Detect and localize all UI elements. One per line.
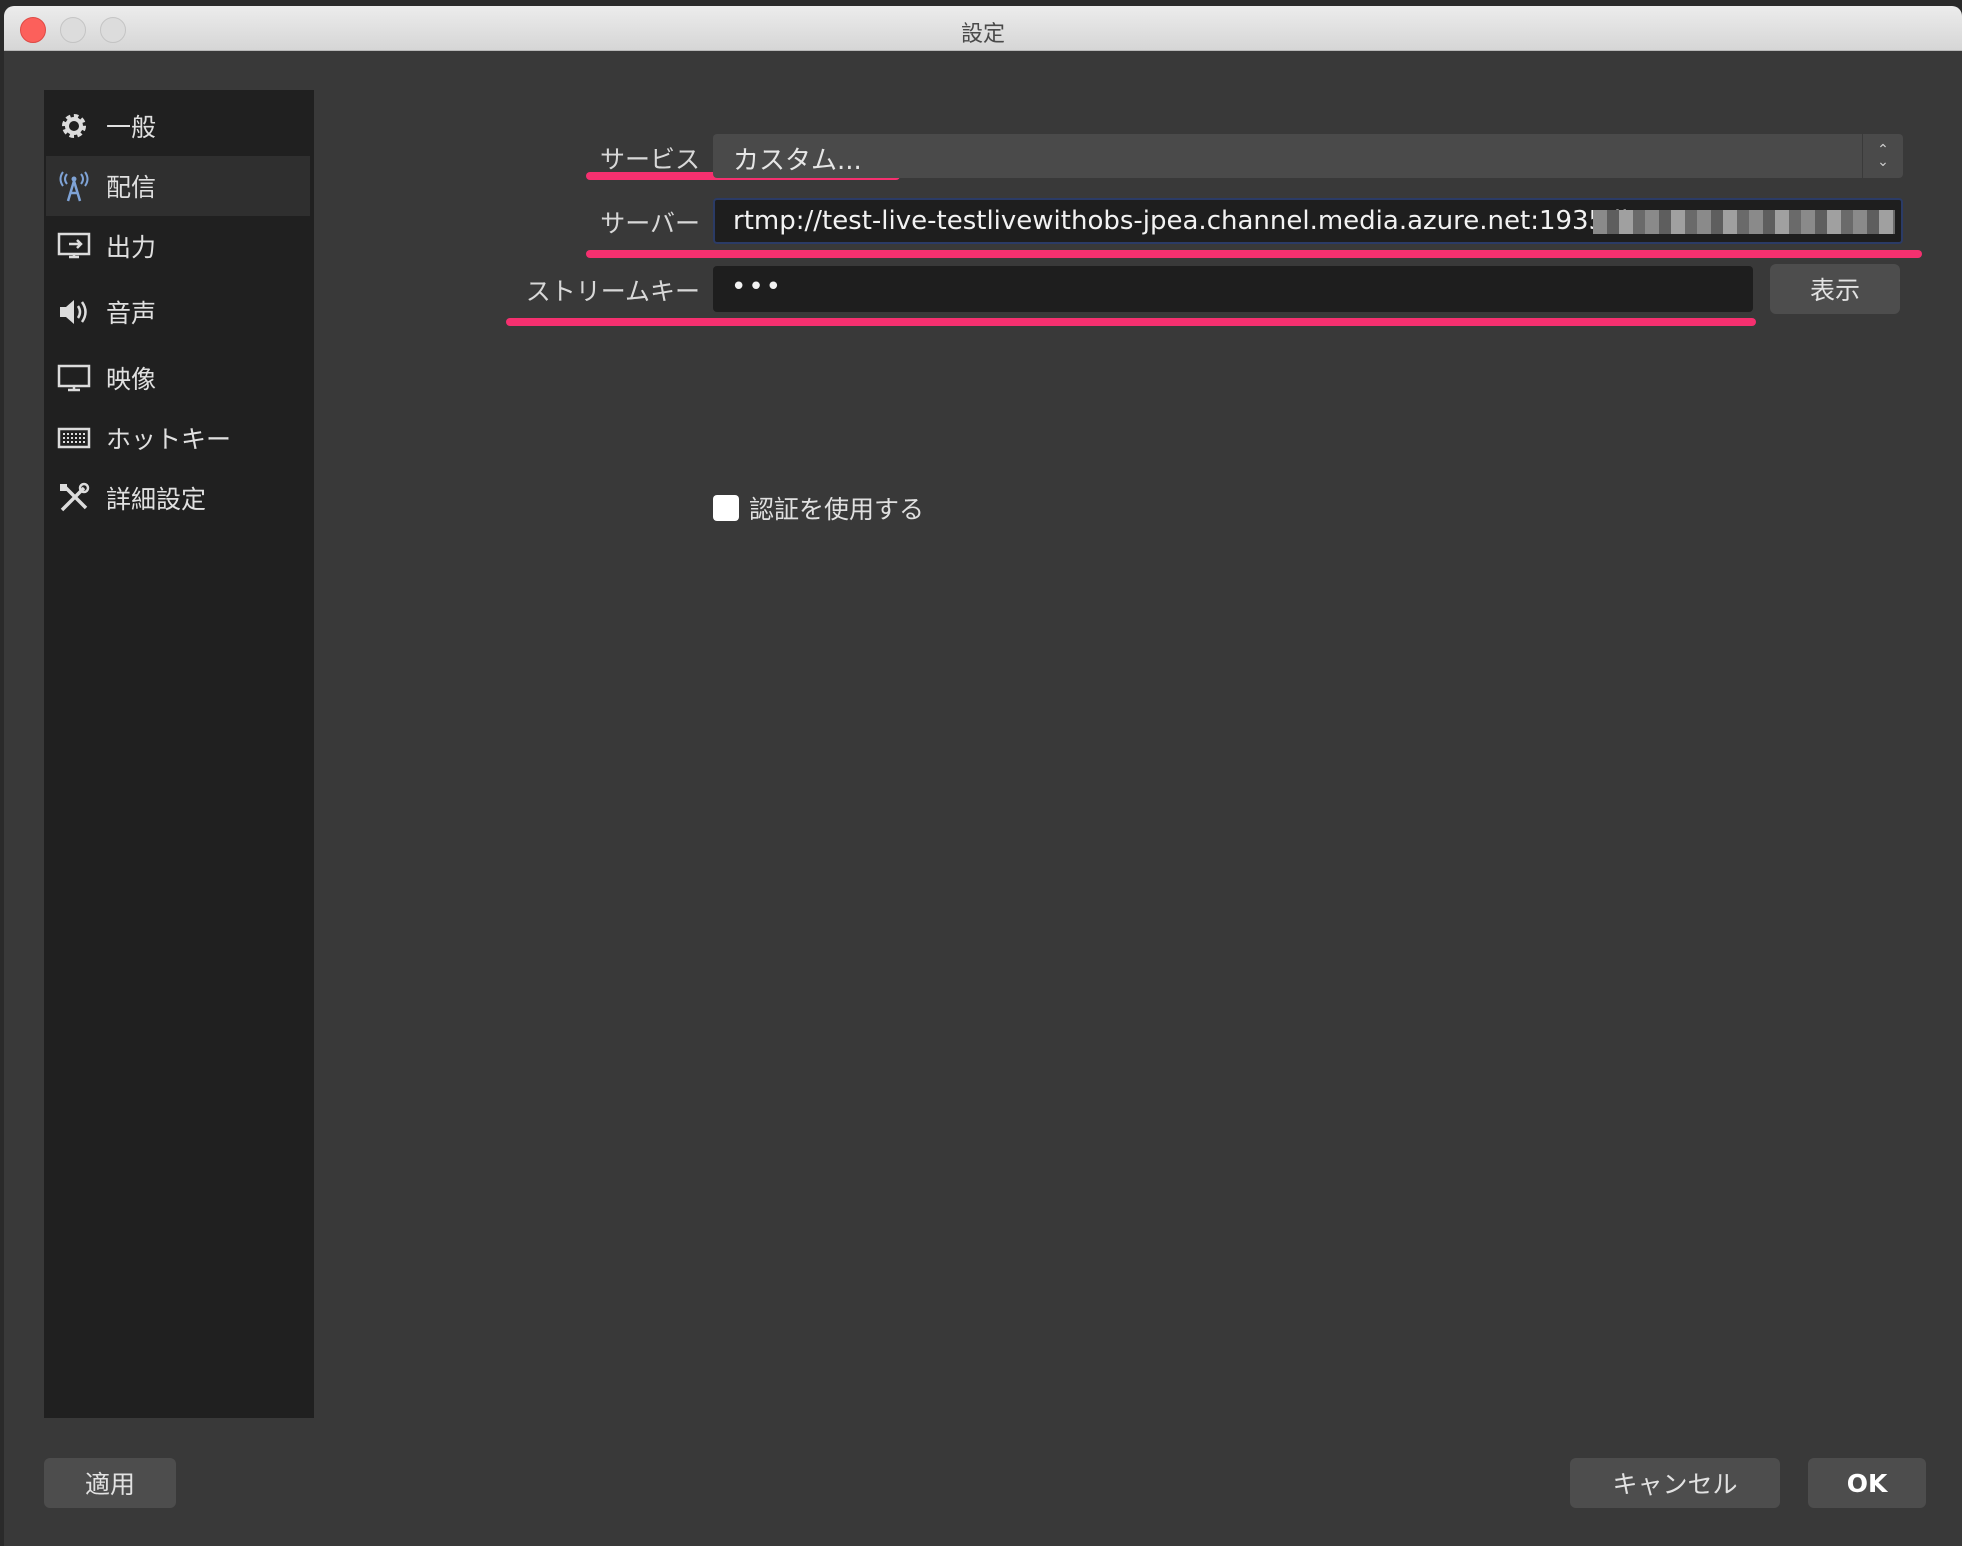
settings-window: 設定 一般 配信 出力 音声 映像 ホットキー 詳細設定 サービス カスタム..… <box>4 6 1962 1546</box>
updown-chevron-icon: ⌃ ⌄ <box>1862 134 1903 178</box>
sidebar-item-hotkeys[interactable]: ホットキー <box>46 408 310 468</box>
output-icon <box>56 228 92 264</box>
antenna-icon <box>56 168 92 204</box>
sidebar-item-general[interactable]: 一般 <box>46 96 310 156</box>
show-key-button[interactable]: 表示 <box>1770 264 1900 314</box>
title-bar: 設定 <box>4 6 1962 51</box>
use-auth-checkbox[interactable] <box>713 495 739 521</box>
sidebar-item-label: 詳細設定 <box>106 485 207 514</box>
redacted-mosaic <box>1593 210 1895 234</box>
sidebar-item-label: 一般 <box>106 113 157 142</box>
server-input[interactable]: rtmp://test-live-testlivewithobs-jpea.ch… <box>713 198 1903 244</box>
use-auth-label: 認証を使用する <box>749 495 925 524</box>
cancel-button[interactable]: キャンセル <box>1570 1458 1780 1508</box>
sidebar-item-output[interactable]: 出力 <box>46 216 310 276</box>
sidebar-item-label: 出力 <box>106 233 157 262</box>
monitor-icon <box>56 360 92 396</box>
sidebar-item-stream[interactable]: 配信 <box>46 156 310 216</box>
sidebar-item-label: ホットキー <box>106 425 232 454</box>
service-label: サービス <box>599 145 700 174</box>
sidebar-item-label: 映像 <box>106 365 157 394</box>
sidebar-item-label: 音声 <box>106 299 157 328</box>
keyboard-icon <box>56 420 92 456</box>
service-select[interactable]: カスタム... ⌃ ⌄ <box>713 134 1903 178</box>
stream-key-input[interactable]: ••• <box>713 266 1753 312</box>
stream-key-label: ストリームキー <box>525 277 700 306</box>
settings-sidebar: 一般 配信 出力 音声 映像 ホットキー 詳細設定 <box>44 90 314 1418</box>
speaker-icon <box>56 294 92 330</box>
tools-icon <box>56 480 92 516</box>
use-auth-row[interactable]: 認証を使用する <box>713 490 924 526</box>
apply-button[interactable]: 適用 <box>44 1458 176 1508</box>
ok-button[interactable]: OK <box>1808 1458 1926 1508</box>
sidebar-item-video[interactable]: 映像 <box>46 348 310 408</box>
service-select-value: カスタム... <box>733 146 862 176</box>
server-label: サーバー <box>600 209 700 238</box>
sidebar-item-advanced[interactable]: 詳細設定 <box>46 468 310 528</box>
highlight-underline-key <box>506 318 1756 326</box>
window-title: 設定 <box>960 22 1005 47</box>
sidebar-item-audio[interactable]: 音声 <box>46 282 310 342</box>
gear-icon <box>56 108 92 144</box>
server-input-value: rtmp://test-live-testlivewithobs-jpea.ch… <box>733 206 1669 236</box>
sidebar-item-label: 配信 <box>106 173 157 202</box>
stream-key-value: ••• <box>731 272 784 302</box>
highlight-underline-server <box>586 250 1922 258</box>
